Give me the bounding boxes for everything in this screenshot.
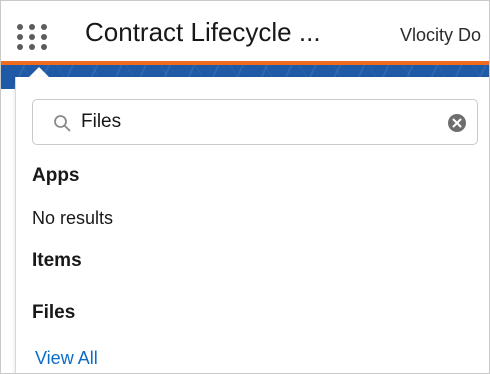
brand-accent-stripe [1, 61, 489, 65]
app-name: Contract Lifecycle ... [85, 17, 321, 47]
app-launcher-grid-icon[interactable] [17, 24, 53, 50]
app-launcher-panel: Apps No results Items Files View All [15, 77, 489, 373]
apps-no-results: No results [32, 208, 114, 228]
nav-tab-vlocity[interactable]: Vlocity Do [400, 25, 481, 46]
view-all-link[interactable]: View All [35, 348, 98, 369]
global-header: Contract Lifecycle ... Vlocity Do [1, 1, 489, 65]
section-heading-files: Files [32, 302, 76, 323]
search-icon [54, 115, 71, 132]
app-window: Contract Lifecycle ... Vlocity Do Apps N… [0, 0, 490, 374]
panel-pointer [29, 67, 49, 77]
section-heading-items: Items [32, 250, 82, 271]
search-input[interactable] [81, 108, 421, 136]
clear-icon[interactable] [447, 113, 467, 133]
section-heading-apps: Apps [32, 165, 80, 186]
search-box[interactable] [32, 99, 478, 145]
